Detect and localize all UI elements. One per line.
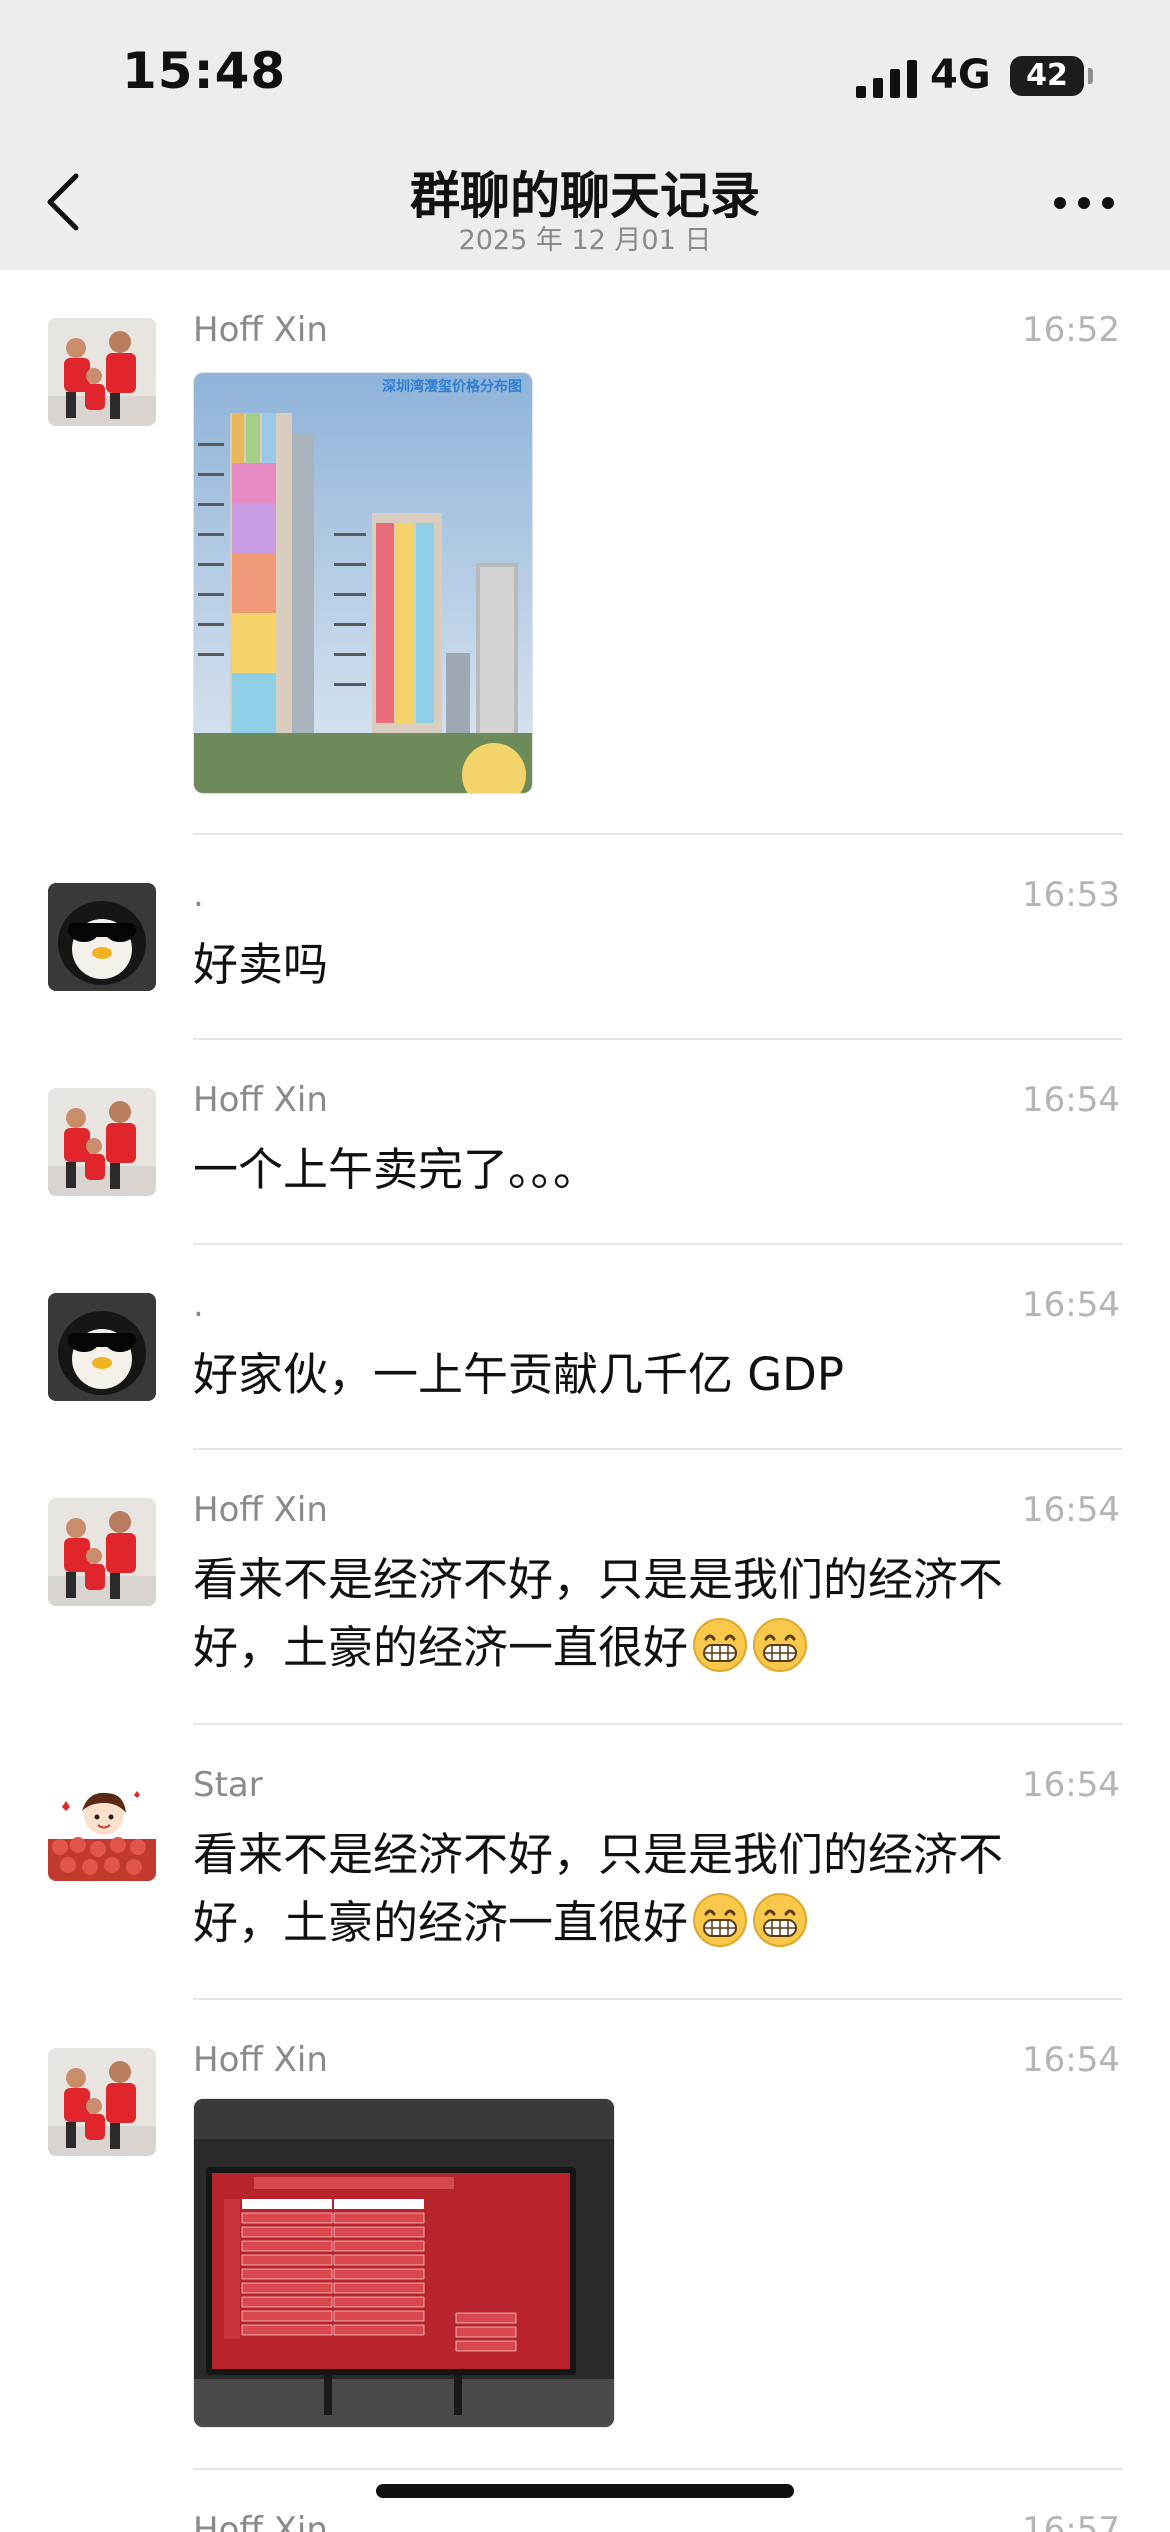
message-item: Hoff Xin 16:54 一个上午卖完了。。。 [0, 1040, 1170, 1245]
message-item: Hoff Xin 16:54 看来不是经济不好，只是是我们的经济不 好，土豪的经… [0, 1450, 1170, 1725]
sender-name: Star [193, 1765, 263, 1805]
message-time: 16:57 [1022, 2510, 1120, 2532]
message-item: Hoff Xin 16:52 深圳湾澐玺价格分布图 [0, 270, 1170, 835]
message-text-line: 好，土豪的经济一直很好 [193, 1889, 1093, 1957]
image-caption: 深圳湾澐玺价格分布图 [382, 378, 522, 395]
home-indicator[interactable] [376, 2484, 794, 2498]
avatar[interactable] [48, 318, 156, 426]
image-attachment[interactable]: 深圳湾澐玺价格分布图 [193, 372, 533, 794]
avatar[interactable] [48, 1293, 156, 1401]
message-text-line-2: 好，土豪的经济一直很好 [193, 1621, 689, 1674]
image-attachment[interactable] [193, 2098, 615, 2428]
battery-icon: 42 [1010, 56, 1084, 96]
avatar[interactable] [48, 883, 156, 991]
sales-board-photo [194, 2099, 614, 2427]
message-time: 16:52 [1022, 310, 1120, 350]
battery-level: 42 [1026, 58, 1068, 93]
grinning-face-icon [692, 1617, 748, 1673]
message-time: 16:54 [1022, 1490, 1120, 1530]
status-time: 15:48 [122, 42, 287, 100]
header: 15:48 4G 42 群聊的聊天记录 2025 年 12 月01 日 [0, 0, 1170, 270]
message-text: 看来不是经济不好，只是是我们的经济不 好，土豪的经济一直很好 [193, 1546, 1093, 1682]
sender-name: Hoff Xin [193, 1080, 328, 1120]
sender-name: . [193, 1285, 204, 1325]
price-chart-image: 深圳湾澐玺价格分布图 [194, 373, 532, 793]
grinning-face-icon [692, 1892, 748, 1948]
battery-tip [1088, 68, 1093, 84]
avatar[interactable] [48, 2048, 156, 2156]
message-item: . 16:53 好卖吗 [0, 835, 1170, 1040]
avatar[interactable] [48, 1773, 156, 1881]
message-text: 一个上午卖完了。。。 [193, 1143, 599, 1196]
sender-name: Hoff Xin [193, 2040, 328, 2080]
sender-name: Hoff Xin [193, 1490, 328, 1530]
message-text: 好家伙，一上午贡献几千亿 GDP [193, 1348, 844, 1401]
message-item: Star 16:54 看来不是经济不好，只是是我们的经济不 好，土豪的经济一直很… [0, 1725, 1170, 2000]
avatar[interactable] [48, 1088, 156, 1196]
back-button[interactable] [42, 172, 86, 232]
sender-name: Hoff Xin [193, 2510, 328, 2532]
network-type: 4G [930, 52, 991, 98]
message-text-line-2: 好，土豪的经济一直很好 [193, 1896, 689, 1949]
avatar[interactable] [48, 1498, 156, 1606]
sender-name: . [193, 875, 204, 915]
message-text-line: 看来不是经济不好，只是是我们的经济不 [193, 1553, 1004, 1606]
message-time: 16:54 [1022, 1765, 1120, 1805]
message-item: . 16:54 好家伙，一上午贡献几千亿 GDP [0, 1245, 1170, 1450]
message-text: 看来不是经济不好，只是是我们的经济不 好，土豪的经济一直很好 [193, 1821, 1093, 1957]
more-options-button[interactable] [1052, 188, 1116, 218]
message-text-line: 好，土豪的经济一直很好 [193, 1614, 1093, 1682]
grinning-face-icon [752, 1617, 808, 1673]
signal-icon [856, 60, 917, 98]
message-time: 16:54 [1022, 2040, 1120, 2080]
message-item: Hoff Xin 16:54 [0, 2000, 1170, 2470]
message-text: 好卖吗 [193, 938, 329, 991]
message-time: 16:54 [1022, 1080, 1120, 1120]
message-item: Hoff Xin 16:57 [0, 2470, 1170, 2532]
page-subtitle-date: 2025 年 12 月01 日 [458, 225, 712, 256]
grinning-face-icon [752, 1892, 808, 1948]
message-time: 16:53 [1022, 875, 1120, 915]
message-text-line: 看来不是经济不好，只是是我们的经济不 [193, 1828, 1004, 1881]
message-time: 16:54 [1022, 1285, 1120, 1325]
sender-name: Hoff Xin [193, 310, 328, 350]
